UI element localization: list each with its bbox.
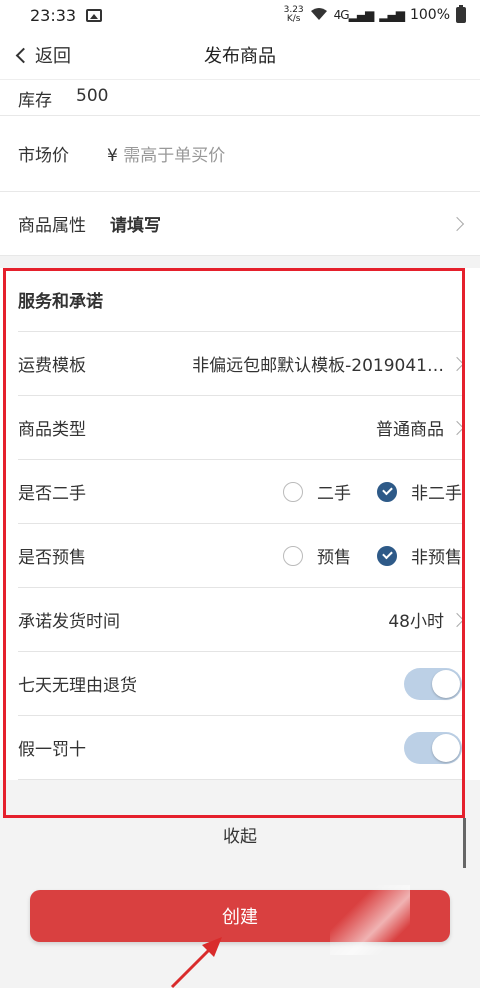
radio-label: 非预售 — [411, 548, 462, 568]
network-speed: 3.23 K/s — [284, 6, 304, 24]
signal-type: 4G — [333, 8, 350, 22]
product-type-row[interactable]: 商品类型 普通商品 — [18, 396, 465, 460]
toggle-knob — [432, 669, 460, 698]
market-price-placeholder: 需高于单买价 — [123, 146, 226, 166]
fake-penalty-row: 假一罚十 — [18, 716, 462, 780]
radio-unchecked-icon — [283, 481, 303, 502]
radio-not-second-hand[interactable]: 非二手 — [377, 479, 462, 504]
stock-label: 库存 — [18, 91, 52, 111]
second-hand-row: 是否二手 二手 非二手 — [18, 460, 462, 524]
radio-label: 非二手 — [411, 484, 462, 504]
ship-time-row[interactable]: 承诺发货时间 48小时 — [18, 588, 465, 652]
create-button[interactable]: 创建 — [30, 890, 450, 942]
stock-row[interactable]: 库存 500 — [0, 80, 480, 116]
shipping-template-value: 非偏远包邮默认模板-2019041… — [192, 356, 444, 376]
chevron-right-icon — [449, 356, 465, 371]
fake-penalty-label: 假一罚十 — [18, 740, 86, 760]
radio-presale[interactable]: 预售 — [283, 543, 351, 568]
radio-not-presale[interactable]: 非预售 — [377, 543, 462, 568]
scrollbar[interactable] — [463, 818, 466, 868]
fake-penalty-toggle[interactable] — [404, 731, 462, 764]
product-type-value: 普通商品 — [376, 420, 444, 440]
form-top-section: 库存 500 市场价 ¥ 需高于单买价 商品属性 请填写 — [0, 80, 480, 256]
shipping-template-row[interactable]: 运费模板 非偏远包邮默认模板-2019041… — [18, 332, 465, 396]
cellular-signal-icon: ▂▄▆ — [379, 8, 405, 22]
market-price-row[interactable]: 市场价 ¥ 需高于单买价 — [0, 116, 480, 192]
battery-icon — [456, 5, 466, 23]
attributes-label: 商品属性 — [18, 216, 86, 236]
radio-unchecked-icon — [283, 545, 303, 566]
annotation-arrow-icon — [170, 937, 222, 988]
status-bar: 23:33 3.23 K/s 4G▂▄▆ ▂▄▆ 100% — [0, 0, 480, 30]
currency-symbol: ¥ — [107, 146, 118, 166]
ship-time-label: 承诺发货时间 — [18, 612, 120, 632]
toggle-knob — [432, 733, 460, 762]
back-label: 返回 — [35, 46, 71, 67]
seven-day-return-toggle[interactable] — [404, 667, 462, 700]
seven-day-return-row: 七天无理由退货 — [18, 652, 462, 716]
chevron-right-icon — [449, 612, 465, 627]
market-price-input[interactable]: ¥ 需高于单买价 — [107, 141, 225, 166]
service-section: 服务和承诺 运费模板 非偏远包邮默认模板-2019041… 商品类型 普通商品 … — [0, 268, 480, 780]
radio-checked-icon — [377, 481, 397, 502]
market-price-label: 市场价 — [18, 146, 69, 166]
chevron-right-icon — [449, 420, 465, 435]
status-time: 23:33 — [30, 5, 77, 25]
chevron-left-icon — [15, 47, 32, 63]
image-notification-icon — [86, 8, 103, 22]
collapse-link[interactable]: 收起 — [0, 822, 480, 847]
page-title: 发布商品 — [204, 45, 276, 67]
presale-label: 是否预售 — [18, 548, 86, 568]
radio-checked-icon — [377, 545, 397, 566]
status-right: 3.23 K/s 4G▂▄▆ ▂▄▆ 100% — [284, 5, 466, 24]
radio-second-hand[interactable]: 二手 — [283, 479, 351, 504]
battery-percent: 100% — [409, 7, 450, 23]
service-heading: 服务和承诺 — [18, 292, 103, 312]
chevron-right-icon — [449, 216, 465, 231]
nav-bar: 返回 发布商品 — [0, 30, 480, 80]
back-button[interactable]: 返回 — [14, 30, 71, 80]
second-hand-label: 是否二手 — [18, 484, 86, 504]
attributes-value: 请填写 — [110, 216, 161, 236]
attributes-row[interactable]: 商品属性 请填写 — [0, 192, 480, 256]
product-type-label: 商品类型 — [18, 420, 86, 440]
ship-time-value: 48小时 — [388, 612, 444, 632]
stock-value[interactable]: 500 — [76, 86, 108, 106]
radio-label: 二手 — [317, 484, 351, 504]
service-heading-row: 服务和承诺 — [18, 268, 462, 332]
seven-day-return-label: 七天无理由退货 — [18, 676, 137, 696]
radio-label: 预售 — [317, 548, 351, 568]
cellular-4g-icon: 4G▂▄▆ — [333, 8, 375, 22]
wifi-icon — [310, 7, 328, 24]
speed-unit: K/s — [286, 14, 301, 24]
presale-row: 是否预售 预售 非预售 — [18, 524, 462, 588]
shipping-template-label: 运费模板 — [18, 356, 86, 376]
